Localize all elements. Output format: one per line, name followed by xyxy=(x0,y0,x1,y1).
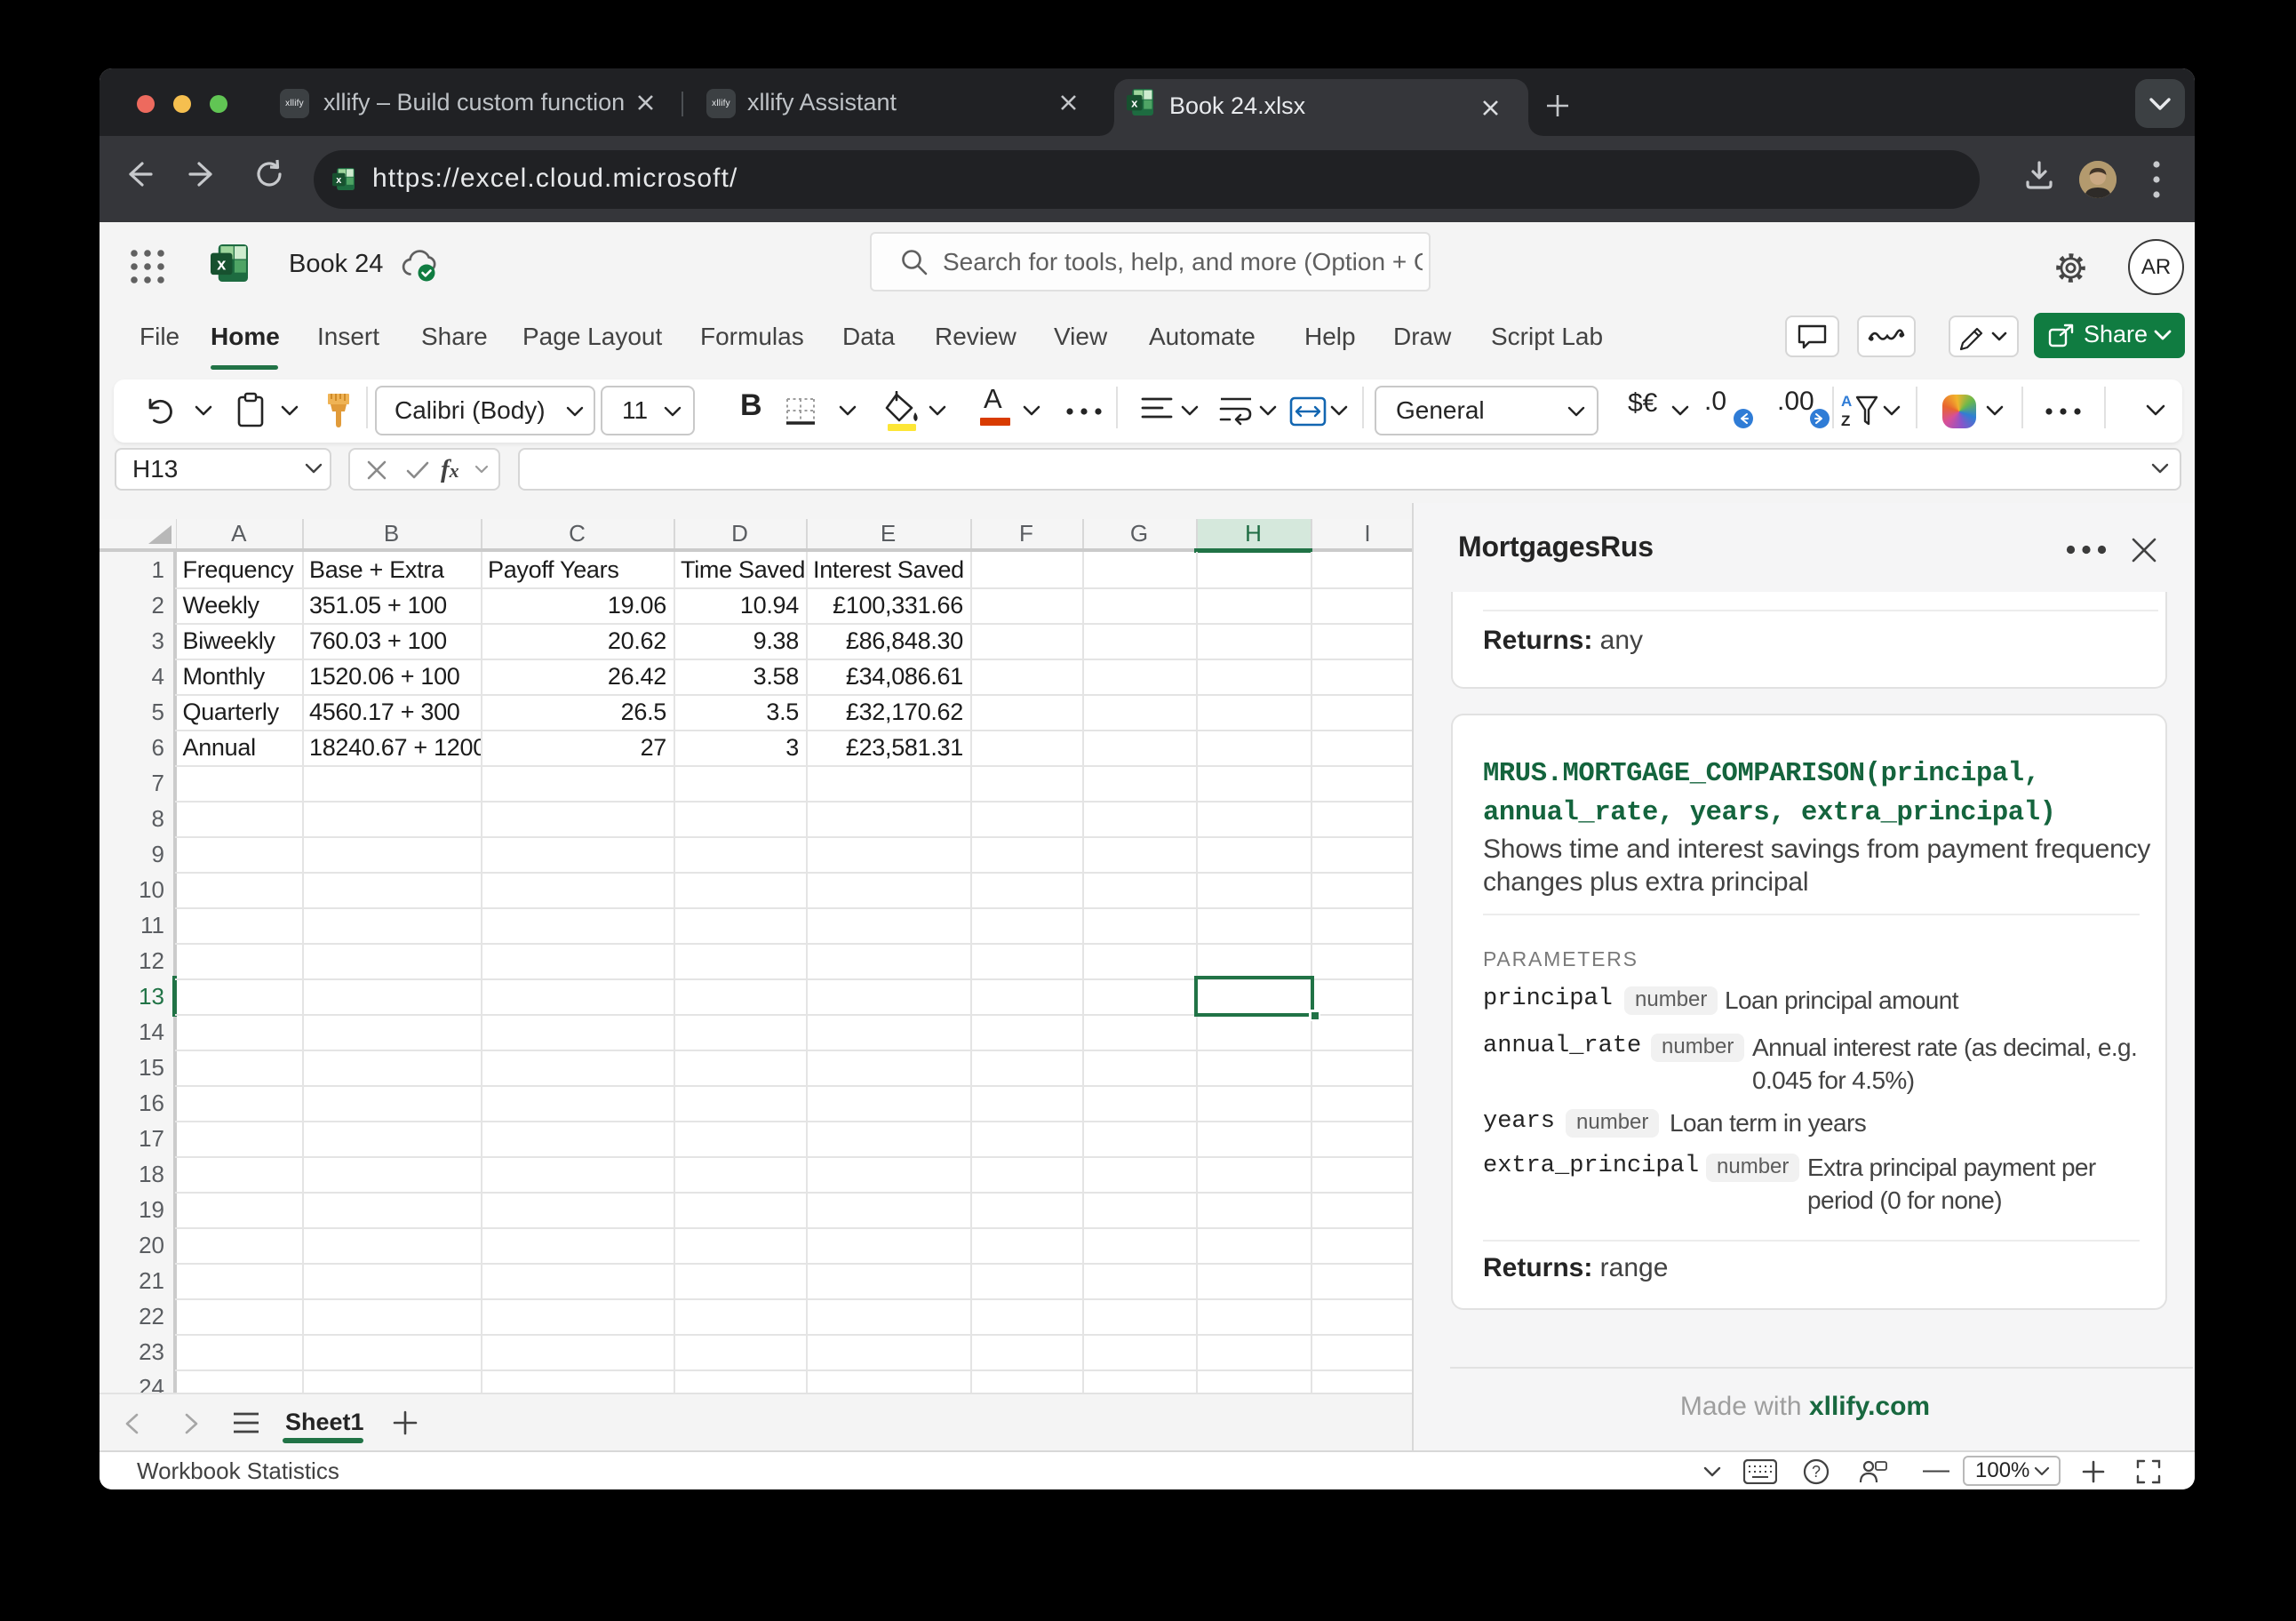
svg-text:A: A xyxy=(1841,393,1852,410)
svg-text:?: ? xyxy=(1812,1463,1821,1481)
svg-text:Z: Z xyxy=(1841,412,1850,429)
